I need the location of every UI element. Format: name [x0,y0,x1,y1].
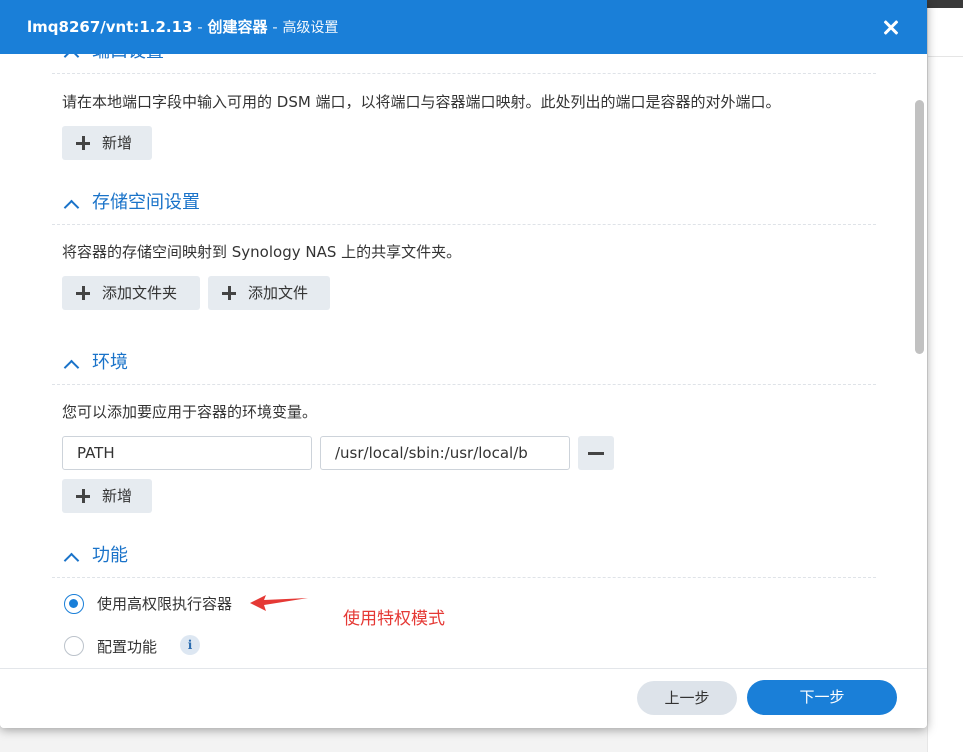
add-file-button[interactable]: 添加文件 [208,276,330,310]
plus-icon [222,286,236,300]
section-title-capability: 功能 [92,545,128,566]
create-container-dialog: lmq8267/vnt:1.2.13 - 创建容器 - 高级设置 端口设置 请在… [0,0,927,728]
add-folder-button[interactable]: 添加文件夹 [62,276,200,310]
info-icon[interactable]: i [180,635,200,655]
add-file-label: 添加文件 [248,284,309,302]
add-folder-label: 添加文件夹 [102,284,178,302]
dialog-content: 端口设置 请在本地端口字段中输入可用的 DSM 端口，以将端口与容器端口映射。此… [0,54,927,668]
background-page [927,0,963,752]
storage-description: 将容器的存储空间映射到 Synology NAS 上的共享文件夹。 [62,243,462,261]
chevron-up-icon [63,359,80,376]
title-step-name: 高级设置 [282,20,339,36]
privileged-mode-label[interactable]: 使用高权限执行容器 [97,594,232,614]
section-header-capability[interactable]: 功能 [52,545,876,578]
section-title-port: 端口设置 [92,54,164,63]
remove-env-button[interactable] [578,436,614,470]
next-button[interactable]: 下一步 [747,680,897,715]
plus-icon [76,136,90,150]
add-port-button[interactable]: 新增 [62,126,152,160]
section-header-env[interactable]: 环境 [52,352,876,385]
title-wizard-name: 创建容器 [207,18,268,36]
add-env-button[interactable]: 新增 [62,479,152,513]
chevron-up-icon [63,54,80,65]
title-separator: - [192,18,208,36]
title-separator-2: - [267,18,283,36]
previous-button[interactable]: 上一步 [637,681,737,715]
add-env-label: 新增 [102,487,133,505]
scrollbar-thumb[interactable] [915,100,924,354]
close-icon[interactable] [881,17,901,37]
annotation-arrow-icon [250,595,308,611]
chevron-up-icon [63,199,80,216]
env-variable-value-field[interactable]: /usr/local/sbin:/usr/local/b [320,436,570,470]
background-header [927,0,963,8]
configure-capability-radio[interactable] [64,636,84,656]
plus-icon [76,489,90,503]
plus-icon [76,286,90,300]
privileged-mode-radio[interactable] [64,594,84,614]
section-title-env: 环境 [92,352,128,373]
add-port-label: 新增 [102,134,133,152]
chevron-up-icon [63,552,80,569]
port-description: 请在本地端口字段中输入可用的 DSM 端口，以将端口与容器端口映射。此处列出的端… [62,93,781,111]
background-divider [927,56,963,57]
section-title-storage: 存储空间设置 [92,192,200,213]
annotation-text: 使用特权模式 [343,609,445,629]
section-header-port[interactable]: 端口设置 [52,54,876,74]
section-header-storage[interactable]: 存储空间设置 [52,192,876,225]
title-image-name: lmq8267/vnt:1.2.13 [27,18,193,36]
env-description: 您可以添加要应用于容器的环境变量。 [62,403,318,421]
env-variable-name-field[interactable]: PATH [62,436,312,470]
dialog-title: lmq8267/vnt:1.2.13 - 创建容器 - 高级设置 [27,18,338,37]
configure-capability-label[interactable]: 配置功能 [97,637,157,657]
dialog-titlebar: lmq8267/vnt:1.2.13 - 创建容器 - 高级设置 [0,0,927,54]
